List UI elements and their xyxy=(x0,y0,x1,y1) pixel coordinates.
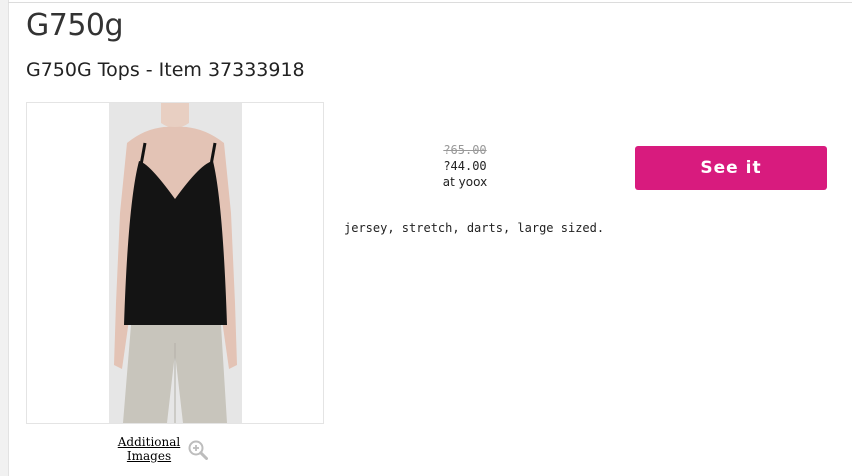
top-divider xyxy=(8,2,852,3)
original-price: ?65.00 xyxy=(443,143,487,157)
see-it-button[interactable]: See it xyxy=(635,146,827,190)
product-description: jersey, stretch, darts, large sized. xyxy=(344,221,605,235)
product-image-frame xyxy=(26,102,324,424)
product-title: G750G Tops - Item 37333918 xyxy=(26,59,305,81)
price-block: ?65.00 ?44.00 at yoox xyxy=(400,142,530,190)
left-page-rail xyxy=(0,0,9,476)
retailer-label: at yoox xyxy=(442,175,488,189)
product-image[interactable] xyxy=(109,103,242,423)
brand-title: G750g xyxy=(26,8,124,43)
additional-images-link[interactable]: Additional Images xyxy=(114,435,184,463)
zoom-in-icon[interactable] xyxy=(188,440,208,460)
sale-price: ?44.00 xyxy=(443,159,487,173)
